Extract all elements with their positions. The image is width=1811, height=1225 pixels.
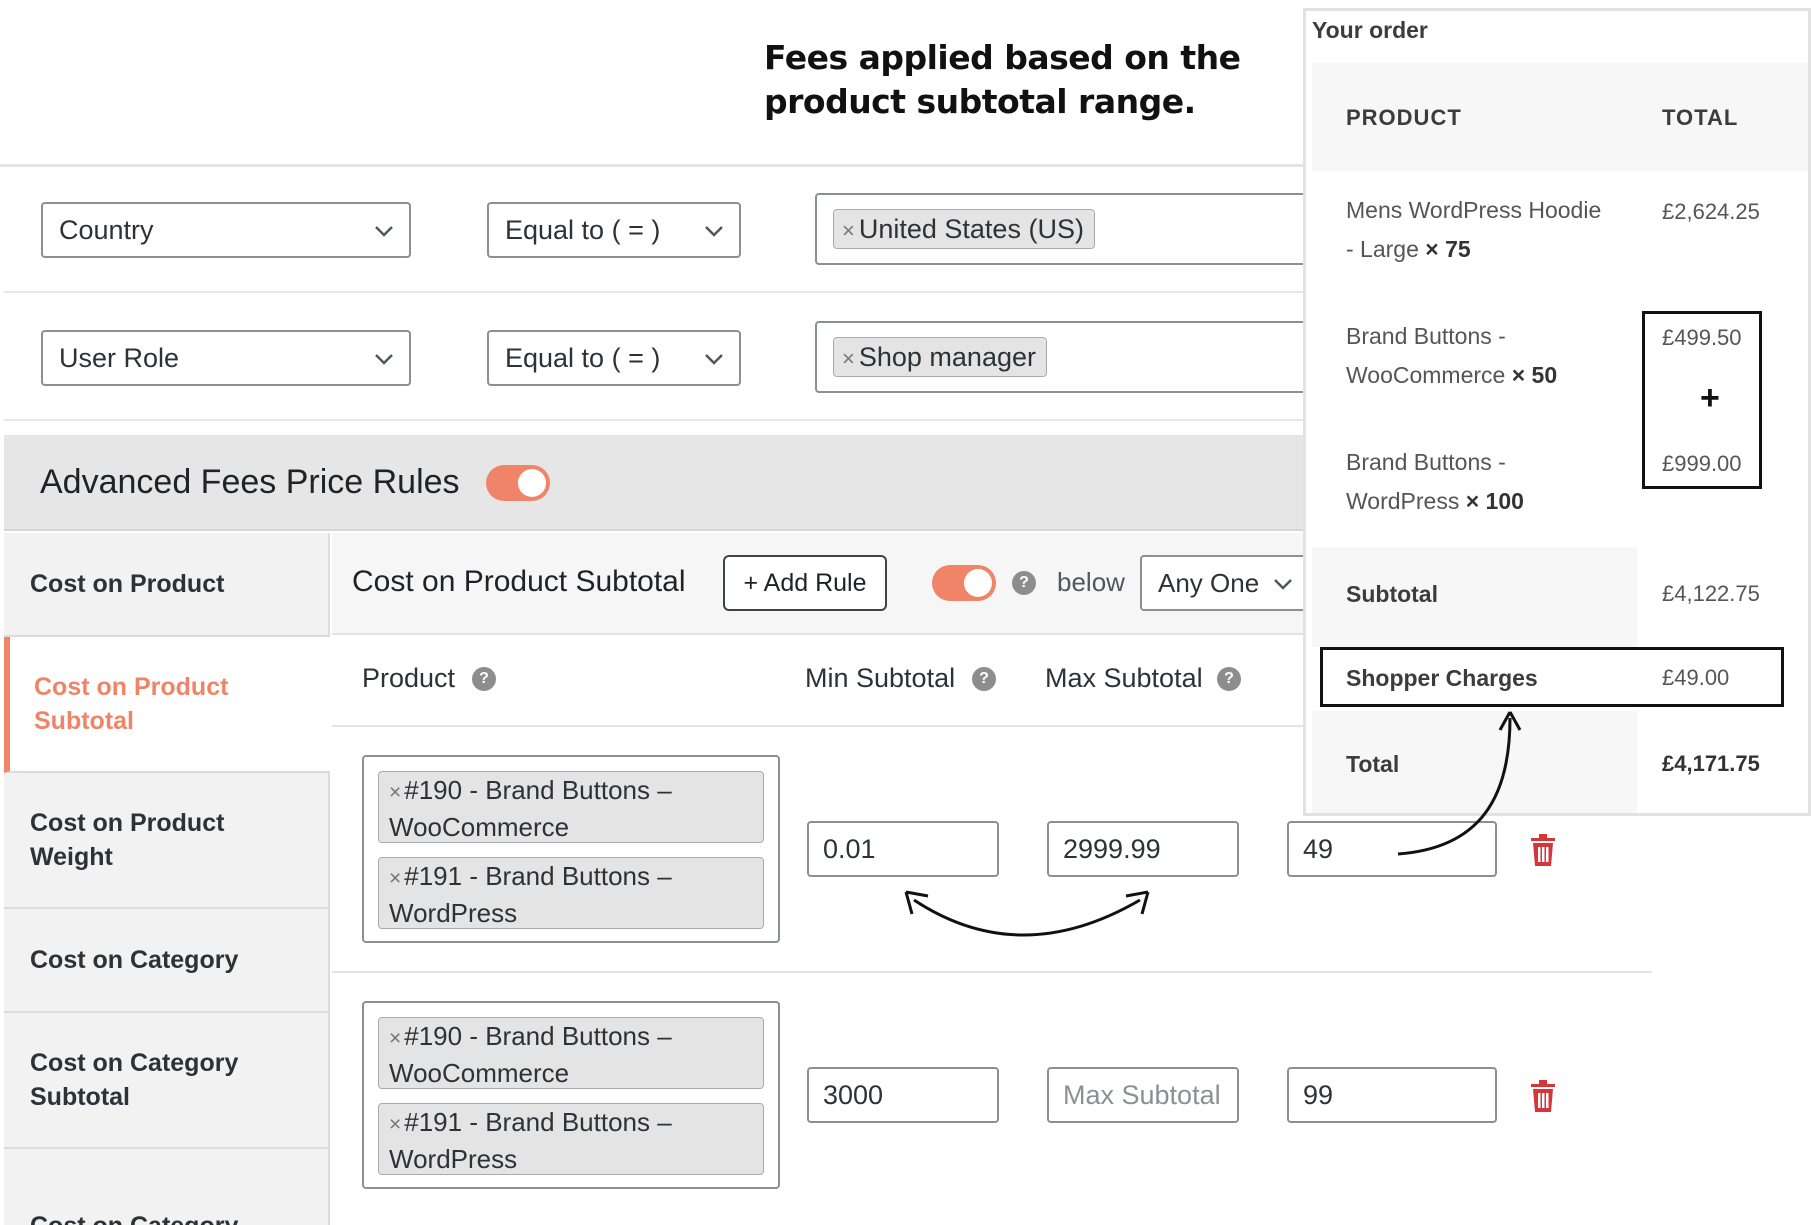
- remove-tag-icon[interactable]: ×: [389, 867, 401, 890]
- help-icon[interactable]: ?: [1012, 571, 1036, 595]
- fee-amount-input[interactable]: 99: [1287, 1067, 1497, 1123]
- tab-cost-on-category[interactable]: Cost on Category: [4, 909, 330, 1013]
- item-name: Mens WordPress Hoodie: [1346, 197, 1602, 223]
- plus-sign: +: [1700, 379, 1720, 417]
- order-item: Brand Buttons - WooCommerce × 50: [1346, 317, 1606, 395]
- product-tag-label: #190 - Brand Buttons – WooCommerce: [389, 775, 672, 842]
- item-price: £2,624.25: [1662, 199, 1760, 224]
- product-tag: × #190 - Brand Buttons – WooCommerce: [378, 1017, 764, 1089]
- rules-tab-list: Cost on Product Cost on Product Subtotal…: [4, 533, 330, 1225]
- select-value: User Role: [59, 343, 180, 373]
- condition-operator-select[interactable]: Equal to ( = ): [487, 330, 741, 386]
- rule-row: × #190 - Brand Buttons – WooCommerce × #19…: [332, 973, 1652, 1225]
- order-item: Brand Buttons - WordPress × 100: [1346, 443, 1606, 521]
- condition-field-select[interactable]: Country: [41, 202, 411, 258]
- tab-label: Cost on Product Weight: [30, 809, 225, 871]
- tab-label: Cost on Product Subtotal: [34, 673, 229, 735]
- select-value: Equal to ( = ): [505, 215, 661, 245]
- remove-tag-icon[interactable]: ×: [389, 781, 401, 804]
- tab-cost-on-product-weight[interactable]: Cost on Product Weight: [4, 773, 330, 909]
- remove-tag-icon[interactable]: ×: [389, 1113, 401, 1136]
- max-subtotal-input[interactable]: Max Subtotal: [1047, 1067, 1239, 1123]
- shopper-charges-label: Shopper Charges: [1346, 665, 1538, 691]
- chevron-down-icon: [373, 204, 395, 261]
- chevron-down-icon: [703, 204, 725, 261]
- product-tag-label: #191 - Brand Buttons – WordPress: [389, 861, 672, 928]
- tab-cost-on-product[interactable]: Cost on Product: [4, 533, 330, 637]
- tab-cost-on-category-2[interactable]: Cost on Category: [4, 1149, 330, 1225]
- order-title: Your order: [1312, 17, 1428, 43]
- product-tag: × #190 - Brand Buttons – WooCommerce: [378, 771, 764, 843]
- chevron-down-icon: [373, 332, 395, 389]
- condition-operator-select[interactable]: Equal to ( = ): [487, 202, 741, 258]
- page-heading: Fees applied based on the product subtot…: [764, 38, 1241, 121]
- apply-per-select[interactable]: Any One: [1140, 555, 1310, 611]
- tab-label: Cost on Category: [30, 946, 239, 974]
- min-subtotal-input[interactable]: 0.01: [807, 821, 999, 877]
- item-qty: × 100: [1465, 488, 1524, 514]
- product-multiselect[interactable]: × #190 - Brand Buttons – WooCommerce × #19…: [362, 1001, 780, 1189]
- col-product: Product: [362, 663, 456, 693]
- col-total: TOTAL: [1662, 105, 1739, 130]
- help-icon[interactable]: ?: [972, 667, 996, 691]
- tag-label: United States (US): [858, 214, 1084, 244]
- subtotal-label: Subtotal: [1346, 581, 1438, 607]
- tab-label: Cost on Category: [30, 1209, 238, 1225]
- col-max-subtotal: Max Subtotal: [1045, 663, 1203, 693]
- item-qty: × 50: [1511, 362, 1558, 388]
- select-value: Any One: [1158, 568, 1260, 598]
- tab-cost-on-product-subtotal[interactable]: Cost on Product Subtotal: [4, 637, 330, 773]
- select-value: Country: [59, 215, 154, 245]
- value-tag: × United States (US): [833, 209, 1095, 249]
- shopper-charges-value: £49.00: [1662, 665, 1730, 690]
- remove-tag-icon[interactable]: ×: [842, 218, 855, 243]
- help-icon[interactable]: ?: [472, 667, 496, 691]
- tag-label: Shop manager: [858, 342, 1036, 372]
- product-tag-label: #191 - Brand Buttons – WordPress: [389, 1107, 672, 1174]
- max-subtotal-input[interactable]: 2999.99: [1047, 821, 1239, 877]
- chevron-down-icon: [1272, 557, 1294, 614]
- select-value: Equal to ( = ): [505, 343, 661, 373]
- min-subtotal-input[interactable]: 3000: [807, 1067, 999, 1123]
- item-name-cont: - Large: [1346, 236, 1419, 262]
- order-summary: Your order PRODUCT TOTAL Mens WordPress …: [1303, 8, 1811, 816]
- item-name-cont: WordPress: [1346, 488, 1460, 514]
- product-tag: × #191 - Brand Buttons – WordPress: [378, 1103, 764, 1175]
- tab-label: Cost on Category Subtotal: [30, 1049, 239, 1111]
- product-multiselect[interactable]: × #190 - Brand Buttons – WooCommerce × #19…: [362, 755, 780, 943]
- item-qty: × 75: [1425, 236, 1471, 262]
- item-name: Brand Buttons -: [1346, 323, 1506, 349]
- order-table-header: PRODUCT TOTAL: [1312, 63, 1808, 171]
- delete-icon[interactable]: [1528, 833, 1558, 867]
- help-icon[interactable]: ?: [1217, 667, 1241, 691]
- below-label: below: [1057, 567, 1125, 597]
- item-name-cont: WooCommerce: [1346, 362, 1506, 388]
- remove-tag-icon[interactable]: ×: [389, 1027, 401, 1050]
- product-tag: × #191 - Brand Buttons – WordPress: [378, 857, 764, 929]
- rules-panel-title: Cost on Product Subtotal: [352, 565, 686, 598]
- tab-cost-on-category-subtotal[interactable]: Cost on Category Subtotal: [4, 1013, 330, 1149]
- total-value: £4,171.75: [1662, 751, 1760, 776]
- value-tag: × Shop manager: [833, 337, 1047, 377]
- item-name: Brand Buttons -: [1346, 449, 1506, 475]
- order-item: Mens WordPress Hoodie - Large × 75: [1346, 191, 1606, 269]
- subtotal-rules-toggle[interactable]: [932, 565, 996, 601]
- fee-arrow-icon: [1397, 711, 1522, 856]
- add-rule-button[interactable]: + Add Rule: [723, 555, 887, 611]
- chevron-down-icon: [703, 332, 725, 389]
- delete-icon[interactable]: [1528, 1079, 1558, 1113]
- range-arrow-icon: [904, 890, 1150, 937]
- col-product: PRODUCT: [1346, 105, 1462, 130]
- product-tag-label: #190 - Brand Buttons – WooCommerce: [389, 1021, 672, 1088]
- advanced-rules-toggle[interactable]: [486, 465, 550, 501]
- remove-tag-icon[interactable]: ×: [842, 346, 855, 371]
- advanced-rules-title: Advanced Fees Price Rules: [40, 463, 460, 501]
- tab-label: Cost on Product: [30, 570, 225, 598]
- condition-field-select[interactable]: User Role: [41, 330, 411, 386]
- subtotal-value: £4,122.75: [1662, 581, 1760, 606]
- col-min-subtotal: Min Subtotal: [805, 663, 956, 693]
